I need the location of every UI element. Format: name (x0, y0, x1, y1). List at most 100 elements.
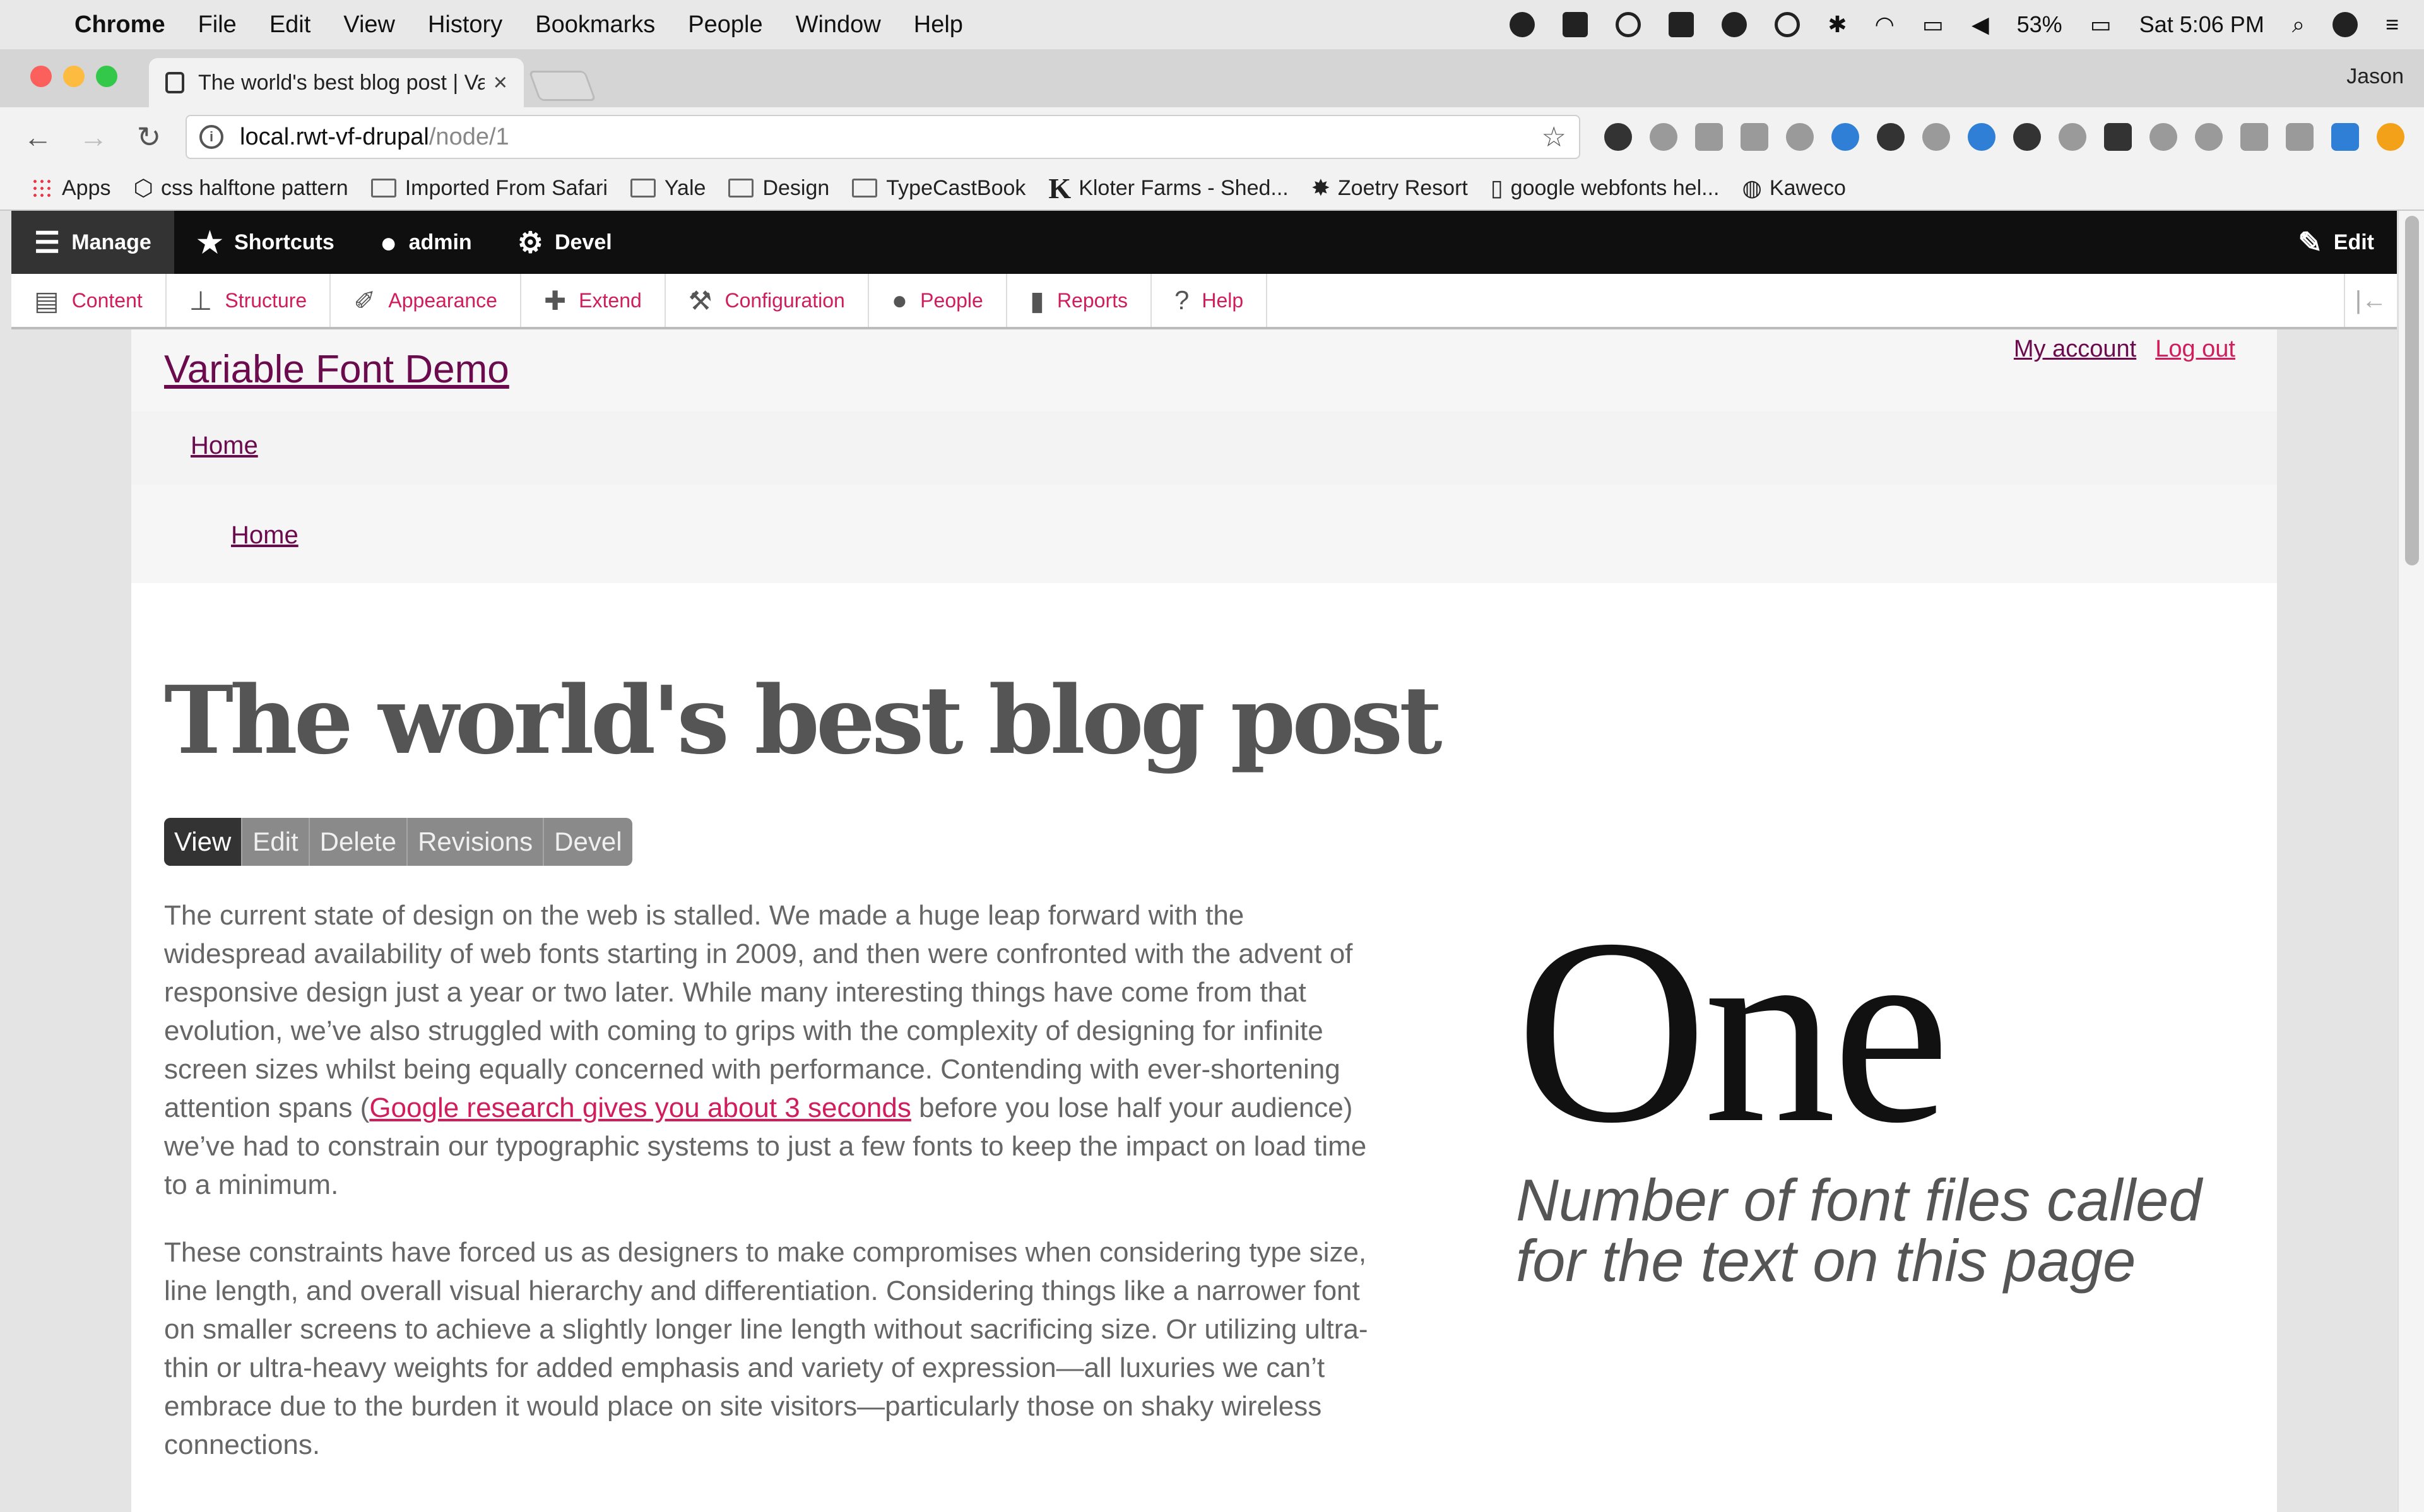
tab-devel[interactable]: Devel (544, 818, 632, 866)
bookmark-design[interactable]: Design (728, 176, 829, 201)
bookmark-typecastbook[interactable]: TypeCastBook (852, 176, 1026, 201)
bluetooth-icon[interactable]: ✱ (1828, 11, 1847, 38)
toolbar-manage[interactable]: ☰ Manage (11, 211, 174, 274)
bookmark-yale[interactable]: Yale (630, 176, 706, 201)
tab-revisions[interactable]: Revisions (408, 818, 545, 866)
tab-edit[interactable]: Edit (242, 818, 310, 866)
siri-icon[interactable] (2332, 12, 2358, 37)
menu-window[interactable]: Window (796, 11, 881, 38)
bookmark-css-halftone[interactable]: ⬡ css halftone pattern (134, 175, 348, 201)
menu-people[interactable]: People (688, 11, 762, 38)
tab-view[interactable]: View (164, 818, 243, 866)
tray-extend[interactable]: ✚ Extend (521, 274, 666, 327)
cloud-upload-icon[interactable] (1722, 12, 1747, 37)
profile-name[interactable]: Jason (2346, 64, 2404, 89)
bookmark-google-webfonts[interactable]: ▯ google webfonts hel... (1491, 175, 1720, 201)
tab-close-icon[interactable]: × (494, 69, 507, 97)
menu-app-chrome[interactable]: Chrome (74, 11, 165, 38)
menu-bookmarks[interactable]: Bookmarks (535, 11, 655, 38)
page-scrollbar[interactable] (2397, 211, 2424, 1512)
zoom-extension-icon[interactable] (1968, 123, 1995, 151)
battery-icon[interactable]: ▭ (2090, 11, 2112, 38)
clock[interactable]: Sat 5:06 PM (2139, 11, 2264, 38)
log-out-link[interactable]: Log out (2155, 336, 2235, 363)
comment-extension-icon[interactable] (2059, 123, 2086, 151)
bookmark-kaweco[interactable]: ◍ Kaweco (1742, 175, 1845, 201)
bookmark-zoetry-resort[interactable]: ✸ Zoetry Resort (1311, 175, 1468, 201)
time-machine-icon[interactable] (1775, 12, 1800, 37)
folder-icon (630, 179, 656, 198)
tray-people[interactable]: ● People (869, 274, 1007, 327)
bookmark-imported-from-safari[interactable]: Imported From Safari (370, 176, 608, 201)
menu-edit[interactable]: Edit (269, 11, 310, 38)
chat-extension-icon[interactable] (1922, 123, 1950, 151)
color-picker-extension-icon[interactable] (2013, 123, 2041, 151)
main-navigation: Home (131, 411, 2277, 485)
notification-center-icon[interactable]: ≡ (2386, 11, 2399, 38)
bookmark-apps[interactable]: Apps (32, 176, 111, 201)
password-manager-extension-icon[interactable] (1604, 123, 1632, 151)
bookmark-kloter-farms[interactable]: K Kloter Farms - Shed... (1048, 172, 1288, 205)
breadcrumb-home-link[interactable]: Home (231, 521, 299, 550)
wifi-icon[interactable]: ◠ (1875, 11, 1895, 38)
eye-extension-icon[interactable] (2149, 123, 2177, 151)
address-bar[interactable]: i local.rwt-vf-drupal/node/1 ☆ (186, 115, 1580, 159)
menu-view[interactable]: View (343, 11, 395, 38)
spotlight-icon[interactable]: ⌕ (2292, 11, 2305, 38)
new-tab-button[interactable] (528, 71, 596, 101)
airplay-icon[interactable]: ▭ (1922, 11, 1944, 38)
screenshot-extension-icon[interactable] (1741, 123, 1768, 151)
tray-label: People (920, 288, 983, 312)
menu-file[interactable]: File (198, 11, 237, 38)
menu-help[interactable]: Help (914, 11, 963, 38)
pull-quote-stat: One Number of font files called for the … (1516, 899, 2273, 1291)
window-close-button[interactable] (30, 66, 52, 87)
square-extension-icon[interactable] (1695, 123, 1723, 151)
creative-cloud-icon[interactable] (1616, 12, 1641, 37)
wordpress-extension-icon[interactable] (1877, 123, 1905, 151)
back-button[interactable]: ← (19, 120, 57, 154)
browser-tab-active[interactable]: The world's best blog post | Va × (149, 58, 524, 107)
window-minimize-button[interactable] (63, 66, 85, 87)
tray-structure[interactable]: ⊥ Structure (167, 274, 331, 327)
tray-help[interactable]: ? Help (1152, 274, 1268, 327)
tray-configuration[interactable]: ⚒ Configuration (666, 274, 869, 327)
tab-delete[interactable]: Delete (310, 818, 408, 866)
toolbar-devel[interactable]: ⚙ Devel (495, 211, 635, 274)
bookmark-star-icon[interactable]: ☆ (1542, 121, 1566, 153)
tray-content[interactable]: ▤ Content (11, 274, 167, 327)
battery-percent[interactable]: 53% (2017, 11, 2062, 38)
scrollbar-thumb[interactable] (2405, 216, 2419, 565)
cloud-extension-icon[interactable] (1650, 123, 1677, 151)
forward-button[interactable]: → (74, 120, 112, 154)
menu-history[interactable]: History (428, 11, 502, 38)
site-name-link[interactable]: Variable Font Demo (164, 347, 509, 392)
typography-extension-icon[interactable] (2104, 123, 2132, 151)
h-extension-icon[interactable] (2286, 123, 2314, 151)
reload-button[interactable]: ↻ (130, 120, 168, 154)
toolbar-shortcuts[interactable]: ★ Shortcuts (174, 211, 357, 274)
bookmark-app-icon[interactable] (1669, 12, 1694, 37)
volume-icon[interactable]: ◀ (1972, 11, 1989, 38)
cloud-upload-extension-icon[interactable] (2195, 123, 2223, 151)
tray-orientation-toggle-icon[interactable]: |← (2344, 274, 2397, 327)
site-info-icon[interactable]: i (199, 125, 223, 149)
edge-extension-icon[interactable] (1831, 123, 1859, 151)
toolbar-edit[interactable]: ✎ Edit (2275, 211, 2397, 274)
tray-reports[interactable]: ▮ Reports (1007, 274, 1152, 327)
camera-extension-icon[interactable] (2240, 123, 2268, 151)
bookmark-label: Kloter Farms - Shed... (1079, 175, 1289, 200)
paintbrush-icon: ✐ (353, 285, 376, 316)
google-research-link[interactable]: Google research gives you about 3 second… (369, 1092, 911, 1123)
bookmark-label: Zoetry Resort (1337, 175, 1468, 200)
dropbox-icon[interactable] (1563, 12, 1588, 37)
window-zoom-button[interactable] (96, 66, 117, 87)
menubar-extra-icon[interactable] (1510, 12, 1535, 37)
main-nav-home-link[interactable]: Home (191, 432, 258, 460)
puzzle-extension-icon[interactable] (1786, 123, 1814, 151)
window-extension-icon[interactable] (2331, 123, 2359, 151)
toolbar-user[interactable]: ● admin (357, 211, 495, 274)
tray-appearance[interactable]: ✐ Appearance (331, 274, 521, 327)
alert-extension-icon[interactable] (2377, 123, 2404, 151)
my-account-link[interactable]: My account (2014, 336, 2136, 363)
